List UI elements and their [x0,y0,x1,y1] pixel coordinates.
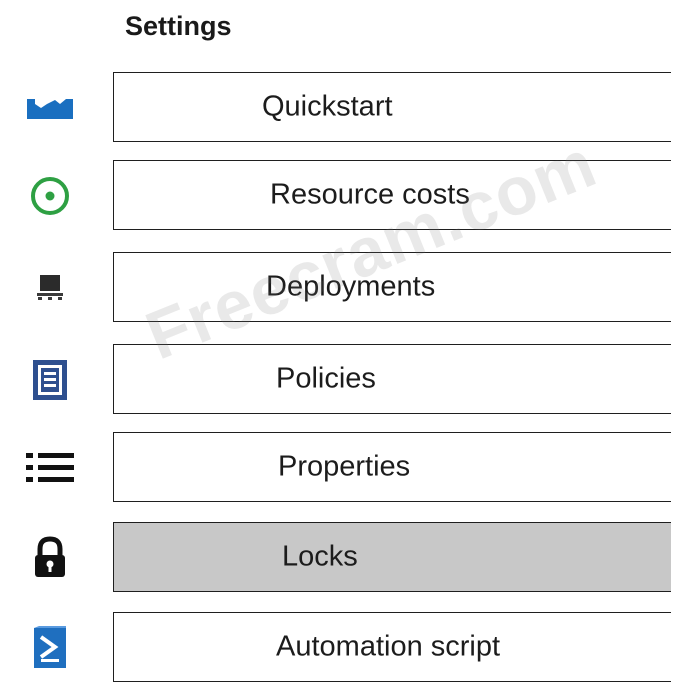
resource-costs-label: Resource costs [270,178,470,211]
settings-item-deployments[interactable]: Deployments [0,252,673,324]
locks-label: Locks [282,540,358,573]
quickstart-icon [20,72,80,144]
deployments-button[interactable]: Deployments [113,252,671,322]
settings-item-resource-costs[interactable]: Resource costs [0,160,673,232]
policies-label: Policies [276,362,376,395]
automation-script-icon [20,612,80,684]
settings-item-policies[interactable]: Policies [0,344,673,416]
properties-label: Properties [278,450,411,483]
lock-icon [20,522,80,594]
quickstart-button[interactable]: Quickstart [113,72,671,142]
locks-button[interactable]: Locks [113,522,671,592]
settings-item-quickstart[interactable]: Quickstart [0,72,673,144]
resource-costs-icon [20,160,80,232]
automation-script-label: Automation script [276,630,501,663]
deployments-label: Deployments [266,270,436,303]
settings-item-properties[interactable]: Properties [0,432,673,504]
settings-item-automation-script[interactable]: Automation script [0,612,673,684]
settings-heading: Settings [125,11,232,41]
resource-costs-button[interactable]: Resource costs [113,160,671,230]
quickstart-label: Quickstart [262,90,393,123]
deployments-icon [20,252,80,324]
policies-icon [20,344,80,416]
list-icon [20,432,80,504]
policies-button[interactable]: Policies [113,344,671,414]
properties-button[interactable]: Properties [113,432,671,502]
automation-script-button[interactable]: Automation script [113,612,671,682]
settings-item-locks[interactable]: Locks [0,522,673,594]
